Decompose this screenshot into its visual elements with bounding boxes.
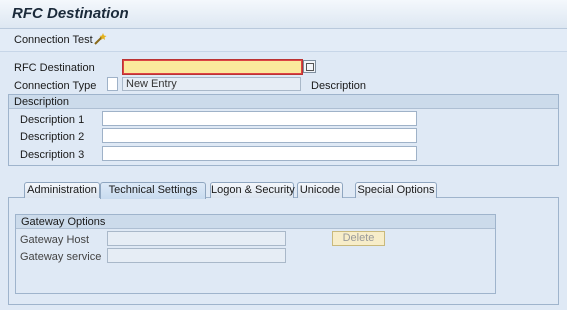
rfc-destination-label: RFC Destination — [14, 62, 95, 74]
connection-type-label: Connection Type — [14, 80, 97, 92]
page-title: RFC Destination — [12, 5, 129, 22]
description-3-label: Description 3 — [20, 149, 85, 161]
tab-administration[interactable]: Administration — [24, 182, 100, 198]
description-label: Description — [311, 80, 367, 92]
connection-type-description: New Entry — [122, 77, 301, 91]
gateway-service-label: Gateway service — [20, 251, 102, 263]
title-bar: RFC Destination — [0, 0, 567, 29]
magic-wand-icon[interactable] — [92, 32, 108, 46]
delete-button[interactable]: Delete — [332, 231, 385, 246]
tab-unicode[interactable]: Unicode — [297, 182, 343, 198]
rfc-destination-input[interactable] — [122, 59, 303, 75]
connection-test-button[interactable]: Connection Test — [14, 34, 93, 46]
description-1-label: Description 1 — [20, 114, 85, 126]
tab-technical-settings[interactable]: Technical Settings — [100, 182, 206, 199]
connection-type-input[interactable] — [107, 77, 118, 91]
tab-special-options[interactable]: Special Options — [355, 182, 437, 198]
gateway-service-input — [107, 248, 286, 263]
description-2-label: Description 2 — [20, 131, 85, 143]
application-toolbar: Connection Test — [0, 29, 567, 52]
gateway-host-label: Gateway Host — [20, 234, 90, 246]
description-group-header: Description — [9, 95, 558, 109]
description-3-input[interactable] — [102, 146, 417, 161]
description-2-input[interactable] — [102, 128, 417, 143]
tab-logon-security[interactable]: Logon & Security — [210, 182, 295, 198]
description-1-input[interactable] — [102, 111, 417, 126]
gateway-options-header: Gateway Options — [16, 215, 495, 229]
value-help-icon[interactable] — [303, 60, 316, 73]
gateway-host-input — [107, 231, 286, 246]
